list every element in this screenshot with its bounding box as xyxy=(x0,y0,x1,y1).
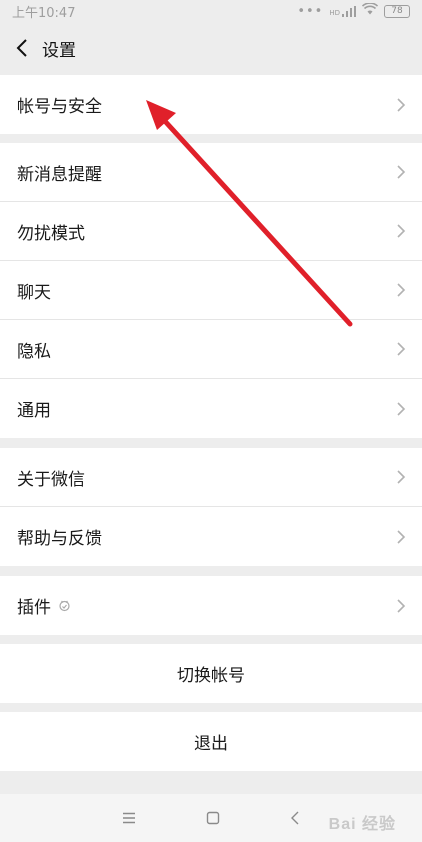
settings-item-do-not-disturb[interactable]: 勿扰模式 xyxy=(0,202,422,261)
switch-account-group: 切换帐号 xyxy=(0,644,422,703)
chevron-right-icon xyxy=(397,598,406,613)
settings-item-label-wrap: 插件 xyxy=(17,593,71,618)
settings-item-label: 帐号与安全 xyxy=(17,97,102,117)
back-arrow-icon xyxy=(16,39,27,57)
battery-indicator: 78 xyxy=(384,4,410,18)
settings-item-account-security[interactable]: 帐号与安全 xyxy=(0,75,422,134)
page-title: 设置 xyxy=(42,40,76,61)
settings-group-plugins: 插件 xyxy=(0,576,422,635)
chevron-right-icon xyxy=(397,342,406,356)
settings-item-label: 插件 xyxy=(17,598,51,618)
chevron-right-icon xyxy=(397,165,406,179)
settings-item-label: 帮助与反馈 xyxy=(17,529,102,549)
status-time: 上午10:47 xyxy=(12,5,76,21)
settings-item-privacy[interactable]: 隐私 xyxy=(0,320,422,379)
back-nav-icon[interactable] xyxy=(290,811,300,825)
logout-group: 退出 xyxy=(0,712,422,771)
home-icon[interactable] xyxy=(206,811,220,825)
settings-item-label: 隐私 xyxy=(17,341,51,362)
settings-item-label: 通用 xyxy=(17,401,51,421)
wifi-icon xyxy=(361,2,379,19)
settings-item-label: 勿扰模式 xyxy=(17,223,85,244)
plugin-badge-icon xyxy=(59,600,70,612)
settings-item-notifications[interactable]: 新消息提醒 xyxy=(0,143,422,202)
more-dots-icon: ••• xyxy=(297,3,324,19)
settings-group-about: 关于微信 帮助与反馈 xyxy=(0,448,422,566)
signal-hd-label: HD xyxy=(329,8,340,17)
logout-button[interactable]: 退出 xyxy=(0,712,422,771)
status-bar: 上午10:47 ••• HD 78 xyxy=(0,0,422,22)
settings-item-chat[interactable]: 聊天 xyxy=(0,261,422,320)
settings-item-label: 关于微信 xyxy=(17,469,85,490)
settings-item-plugins[interactable]: 插件 xyxy=(0,576,422,635)
settings-item-label: 聊天 xyxy=(17,282,51,303)
chevron-right-icon xyxy=(397,224,406,238)
settings-item-help-feedback[interactable]: 帮助与反馈 xyxy=(0,507,422,566)
settings-item-about[interactable]: 关于微信 xyxy=(0,448,422,507)
status-icons: ••• HD 78 xyxy=(297,2,410,19)
chevron-right-icon xyxy=(397,283,406,297)
switch-account-button[interactable]: 切换帐号 xyxy=(0,644,422,703)
watermark-logo: Bai 经验 xyxy=(328,816,396,833)
chevron-right-icon xyxy=(397,529,406,544)
settings-group-account: 帐号与安全 xyxy=(0,75,422,134)
settings-item-label: 新消息提醒 xyxy=(17,164,102,185)
chevron-right-icon xyxy=(397,470,406,484)
back-button[interactable] xyxy=(2,22,42,74)
signal-icon: HD xyxy=(329,5,356,17)
chevron-right-icon xyxy=(397,401,406,416)
settings-group-general: 新消息提醒 勿扰模式 聊天 隐私 通用 xyxy=(0,143,422,438)
header: 设置 xyxy=(0,22,422,74)
chevron-right-icon xyxy=(397,97,406,112)
settings-item-general[interactable]: 通用 xyxy=(0,379,422,438)
menu-icon[interactable] xyxy=(122,812,136,824)
